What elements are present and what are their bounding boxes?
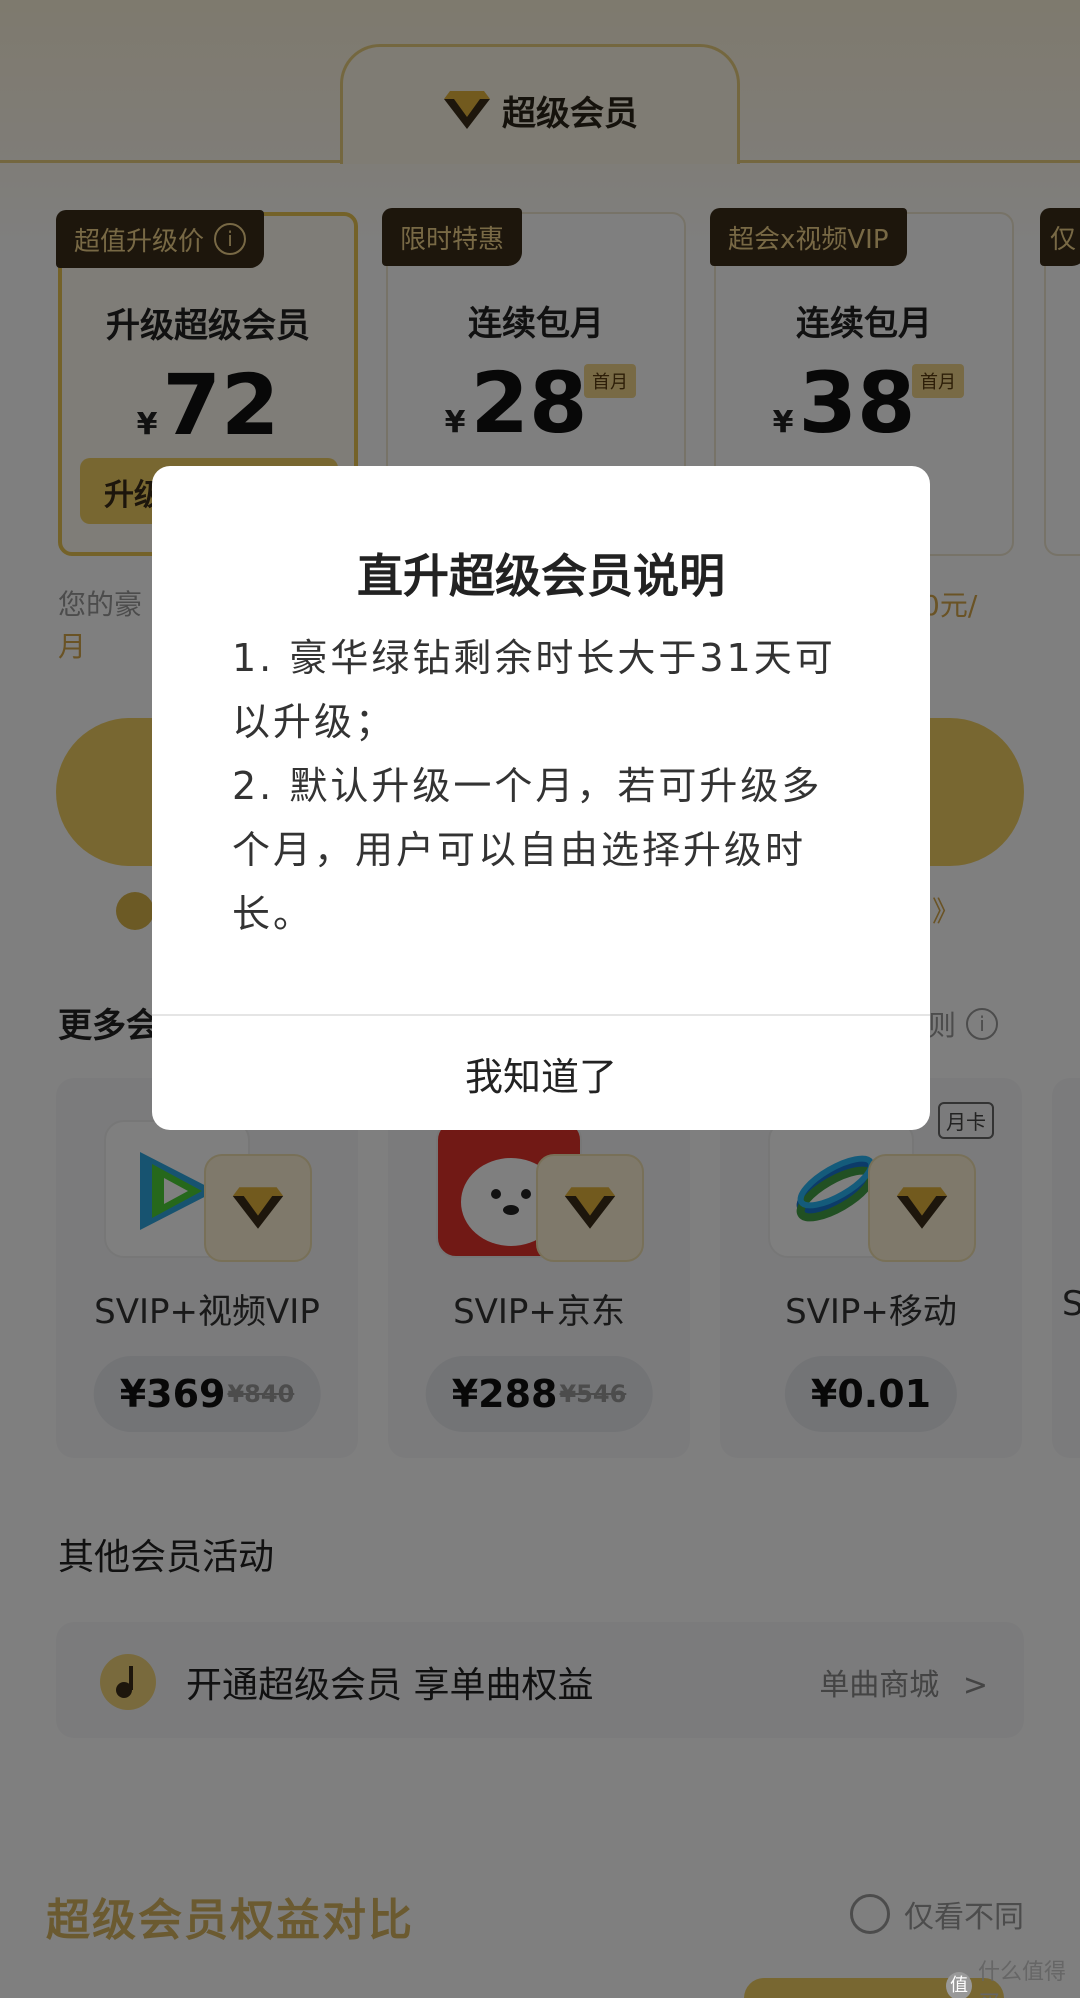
upgrade-info-dialog: 直升超级会员说明 1. 豪华绿钻剩余时长大于31天可以升级； 2. 默认升级一个…: [152, 466, 930, 1130]
got-it-button[interactable]: 我知道了: [152, 1016, 930, 1130]
watermark: 值 什么值得买: [946, 1954, 1080, 1998]
watermark-text: 什么值得买: [977, 1960, 1066, 1998]
smzdm-logo-icon: 值: [946, 1972, 972, 1998]
dialog-rule-2: 2. 默认升级一个月，若可升级多个月，用户可以自由选择升级时长。: [232, 764, 823, 936]
dialog-body: 1. 豪华绿钻剩余时长大于31天可以升级； 2. 默认升级一个月，若可升级多个月…: [232, 626, 852, 946]
dialog-title: 直升超级会员说明: [357, 549, 725, 603]
dialog-rule-1: 1. 豪华绿钻剩余时长大于31天可以升级；: [232, 636, 836, 744]
